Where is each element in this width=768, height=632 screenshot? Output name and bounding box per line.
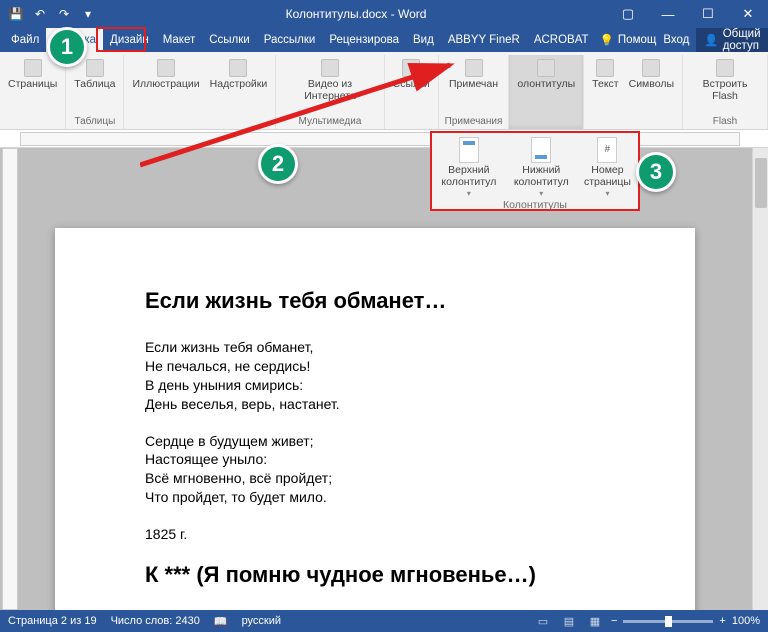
zoom-thumb[interactable] [665, 616, 672, 627]
share-button[interactable]: 👤 Общий доступ [696, 28, 768, 52]
headerfooter-callout: Верхний колонтитул▾ Нижний колонтитул▾ Н… [430, 131, 640, 211]
doc-line: Настоящее уныло: [145, 450, 605, 469]
online-video-button[interactable]: Видео из Интернета [282, 57, 377, 104]
badge-3: 3 [636, 152, 676, 192]
doc-line: Что пройдет, то будет мило. [145, 488, 605, 507]
title-bar: 💾 ↶ ↷ ▾ Колонтитулы.docx - Word ▢ — ☐ ✕ [0, 0, 768, 28]
doc-line: Если жизнь тебя обманет, [145, 338, 605, 357]
document-page[interactable]: Если жизнь тебя обманет… Если жизнь тебя… [55, 228, 695, 610]
omega-icon [642, 59, 660, 77]
flash-group-label: Flash [713, 116, 737, 129]
doc-heading-1: Если жизнь тебя обманет… [145, 288, 605, 314]
print-layout-icon[interactable]: ▤ [559, 613, 579, 629]
addins-button[interactable]: Надстройки [208, 57, 270, 93]
tab-view[interactable]: Вид [406, 28, 441, 52]
ribbon-options-icon[interactable]: ▢ [608, 0, 648, 28]
redo-icon[interactable]: ↷ [54, 4, 74, 24]
symbols-button[interactable]: Символы [627, 57, 676, 93]
header-button[interactable]: Верхний колонтитул▾ [432, 137, 506, 199]
zoom-in-icon[interactable]: + [719, 615, 725, 627]
tell-me-text[interactable]: Помощ [618, 34, 656, 46]
ribbon: Страницы Таблица Таблицы Иллюстрации Над… [0, 52, 768, 130]
textbox-icon [596, 59, 614, 77]
close-icon[interactable]: ✕ [728, 0, 768, 28]
badge-2: 2 [258, 144, 298, 184]
footer-button[interactable]: Нижний колонтитул▾ [506, 137, 577, 199]
scroll-thumb[interactable] [755, 158, 767, 208]
vertical-ruler[interactable] [2, 148, 18, 610]
web-layout-icon[interactable]: ▦ [585, 613, 605, 629]
tab-references[interactable]: Ссылки [202, 28, 257, 52]
minimize-icon[interactable]: — [648, 0, 688, 28]
horizontal-ruler[interactable] [0, 130, 768, 148]
read-mode-icon[interactable]: ▭ [533, 613, 553, 629]
status-page[interactable]: Страница 2 из 19 [8, 615, 97, 627]
zoom-out-icon[interactable]: − [611, 615, 617, 627]
tell-me-icon[interactable]: 💡 [600, 33, 614, 47]
doc-line: 1825 г. [145, 525, 605, 544]
doc-line: День веселья, верь, настанет. [145, 395, 605, 414]
badge-1: 1 [47, 27, 87, 67]
comment-icon [465, 59, 483, 77]
headerfooter-icon [537, 59, 555, 77]
tab-abbyy[interactable]: ABBYY FineR [441, 28, 527, 52]
window-title: Колонтитулы.docx - Word [104, 7, 608, 21]
illustrations-button[interactable]: Иллюстрации [130, 57, 201, 93]
tab-design[interactable]: Дизайн [103, 28, 156, 52]
qat-dropdown-icon[interactable]: ▾ [78, 4, 98, 24]
link-icon [402, 59, 420, 77]
picture-icon [157, 59, 175, 77]
comments-group-label: Примечания [445, 116, 503, 129]
document-area: Если жизнь тебя обманет… Если жизнь тебя… [0, 148, 768, 610]
doc-line: Не печалься, не сердись! [145, 357, 605, 376]
status-bar: Страница 2 из 19 Число слов: 2430 📖 русс… [0, 610, 768, 632]
text-button[interactable]: Текст [590, 57, 620, 93]
header-icon [459, 137, 479, 163]
table-icon [86, 59, 104, 77]
pages-button[interactable]: Страницы [6, 57, 59, 93]
menu-tabs: Файл Вставка Дизайн Макет Ссылки Рассылк… [0, 28, 768, 52]
share-label: Общий доступ [723, 28, 761, 52]
proofing-icon[interactable]: 📖 [214, 615, 228, 628]
maximize-icon[interactable]: ☐ [688, 0, 728, 28]
doc-heading-2: К *** (Я помню чудное мгновенье…) [145, 562, 605, 588]
pagenum-icon [597, 137, 617, 163]
tables-group-label: Таблицы [74, 116, 115, 129]
flash-button[interactable]: Встроить Flash [689, 57, 761, 104]
zoom-value[interactable]: 100% [732, 615, 760, 627]
doc-line: В день уныния смирись: [145, 376, 605, 395]
tab-acrobat[interactable]: ACROBAT [527, 28, 596, 52]
tab-layout[interactable]: Макет [156, 28, 203, 52]
undo-icon[interactable]: ↶ [30, 4, 50, 24]
status-language[interactable]: русский [242, 615, 281, 627]
chevron-down-icon: ▾ [467, 190, 471, 199]
tab-file[interactable]: Файл [4, 28, 46, 52]
chevron-down-icon: ▾ [605, 190, 609, 199]
store-icon [229, 59, 247, 77]
comment-button[interactable]: Примечан [447, 57, 500, 93]
status-words[interactable]: Число слов: 2430 [111, 615, 200, 627]
links-button[interactable]: Ссылки [391, 57, 432, 93]
pages-icon [24, 59, 42, 77]
login-link[interactable]: Вход [656, 34, 696, 46]
tab-mailings[interactable]: Рассылки [257, 28, 323, 52]
vertical-scrollbar[interactable] [752, 148, 768, 610]
zoom-slider[interactable] [623, 620, 713, 623]
headerfooter-button[interactable]: олонтитулы [515, 57, 577, 93]
doc-line: Всё мгновенно, всё пройдет; [145, 469, 605, 488]
page-number-button[interactable]: Номер страницы▾ [577, 137, 638, 199]
media-group-label: Мультимедиа [299, 116, 362, 129]
flash-icon [716, 59, 734, 77]
doc-line: Сердце в будущем живет; [145, 432, 605, 451]
save-icon[interactable]: 💾 [6, 4, 26, 24]
video-icon [321, 59, 339, 77]
tab-review[interactable]: Рецензирова [322, 28, 406, 52]
footer-icon [531, 137, 551, 163]
share-icon: 👤 [704, 33, 718, 47]
chevron-down-icon: ▾ [539, 190, 543, 199]
headerfooter-group-label: Колонтитулы [432, 199, 638, 214]
